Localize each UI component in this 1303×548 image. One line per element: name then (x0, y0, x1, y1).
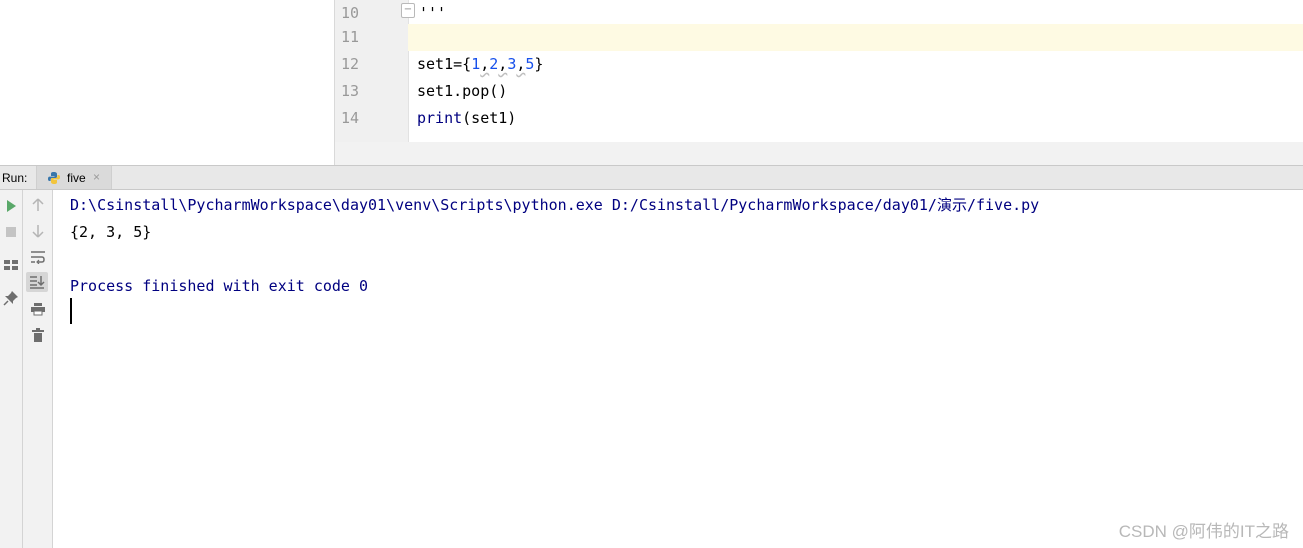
line-number: 10 (341, 4, 360, 22)
run-tool-header: Run: five × (0, 165, 1303, 190)
python-icon (48, 172, 60, 184)
line-number: 12 (341, 55, 360, 73)
code-token: } (534, 55, 544, 73)
code-text: ''' (419, 4, 447, 22)
project-pane (0, 0, 335, 165)
editor-line[interactable]: 10 − ''' (335, 0, 1303, 27)
code-text: set1={1,2,3,5} (417, 55, 543, 73)
run-toolbar-secondary (23, 190, 53, 548)
code-token: , (480, 55, 490, 73)
console-exit-message: Process finished with exit code 0 (70, 277, 369, 295)
line-number: 13 (341, 82, 360, 100)
code-editor[interactable]: 10 − ''' 11 12 set1={1,2,3,5} 13 set1.po… (335, 0, 1303, 165)
fold-icon[interactable]: − (401, 3, 415, 18)
line-number: 11 (341, 28, 360, 46)
console-command-line: D:\Csinstall\PycharmWorkspace\day01\venv… (70, 196, 1040, 214)
code-text: set1.pop() (417, 82, 508, 100)
console-output-line: {2, 3, 5} (70, 223, 152, 241)
code-token: print (417, 109, 463, 127)
code-token: , (498, 55, 508, 73)
editor-line[interactable]: 14 print(set1) (335, 105, 1303, 132)
scroll-to-end-icon (30, 276, 45, 289)
run-console[interactable]: D:\Csinstall\PycharmWorkspace\day01\venv… (53, 190, 1303, 548)
pin-icon[interactable] (3, 290, 19, 306)
code-token: (set1) (462, 109, 517, 127)
code-token: 2 (489, 55, 499, 73)
line-number: 14 (341, 109, 360, 127)
run-label: Run: (2, 171, 28, 185)
print-icon[interactable] (30, 302, 46, 316)
soft-wrap-icon[interactable] (30, 250, 46, 264)
arrow-up-icon[interactable] (31, 198, 45, 212)
watermark: CSDN @阿伟的IT之路 (1118, 522, 1289, 541)
run-tab-five[interactable]: five × (36, 166, 112, 189)
code-token: set1={ (417, 55, 472, 73)
stop-icon[interactable] (4, 225, 18, 239)
close-icon[interactable]: × (93, 170, 100, 184)
trash-icon[interactable] (31, 328, 45, 342)
scroll-to-end-toggle[interactable] (26, 272, 48, 292)
code-token: 1 (471, 55, 481, 73)
editor-line[interactable]: 12 set1={1,2,3,5} (335, 51, 1303, 78)
play-icon[interactable] (4, 199, 18, 213)
arrow-down-icon[interactable] (31, 224, 45, 238)
text-caret (70, 298, 72, 324)
editor-line[interactable]: 13 set1.pop() (335, 78, 1303, 105)
layout-icon[interactable] (3, 258, 19, 272)
editor-line-current[interactable]: 11 (335, 24, 1303, 51)
code-text: print(set1) (417, 109, 516, 127)
run-toolbar-primary (0, 190, 23, 548)
run-tab-label: five (67, 171, 86, 185)
code-token: 3 (507, 55, 517, 73)
editor-bottom-area (335, 142, 1303, 165)
